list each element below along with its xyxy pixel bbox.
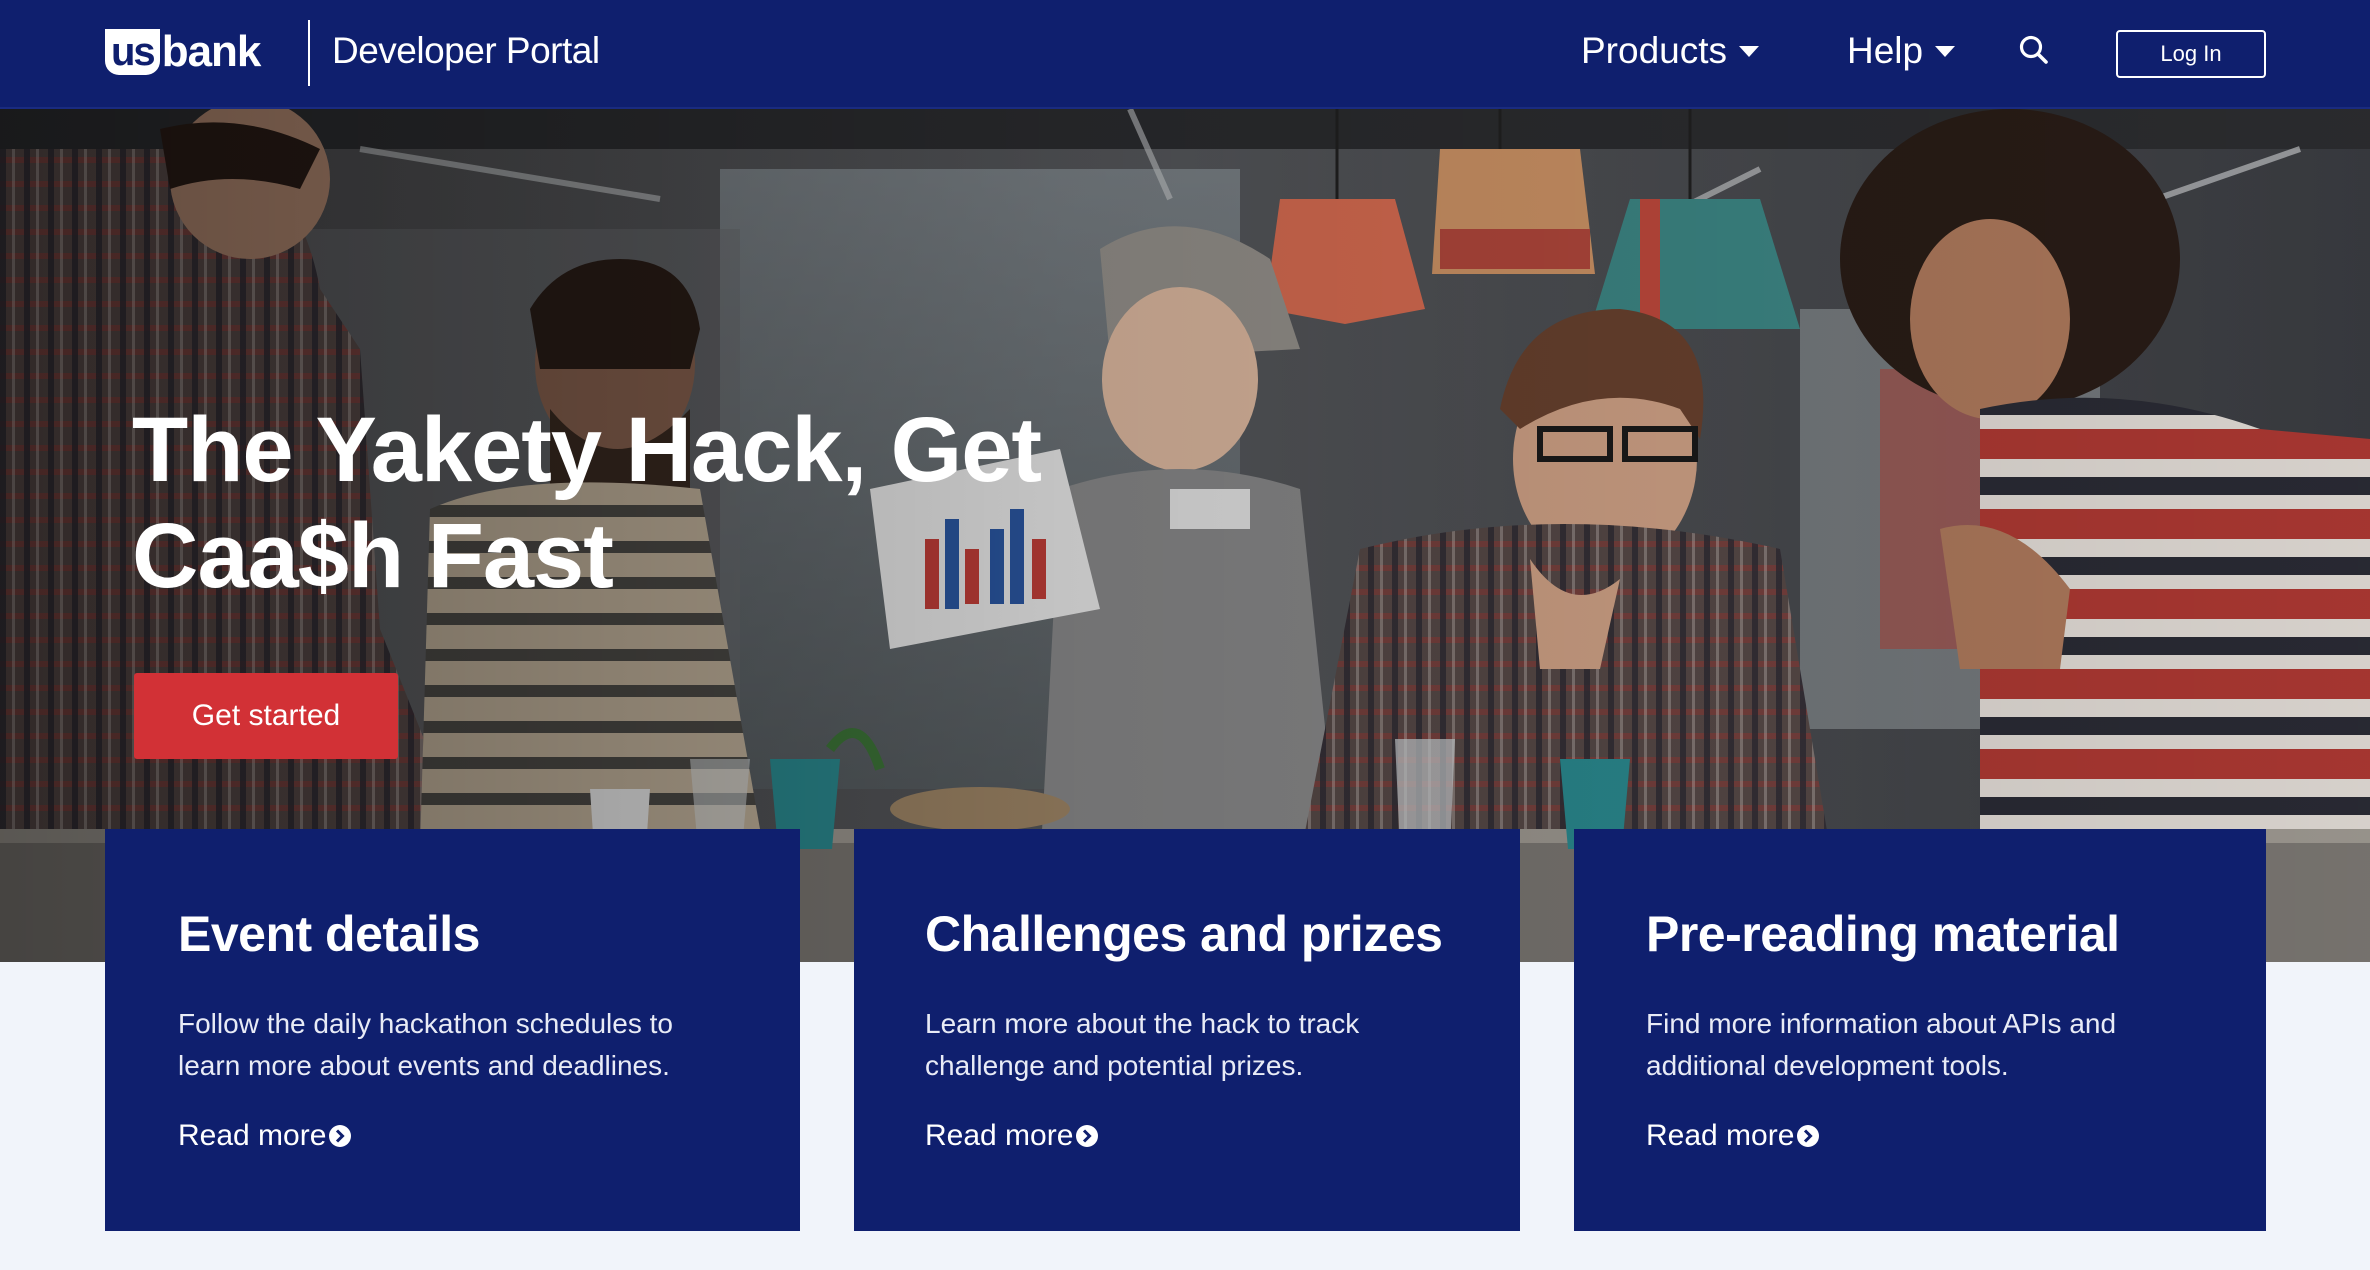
chevron-circle-right-icon	[1796, 1124, 1820, 1148]
read-more-label: Read more	[925, 1119, 1074, 1152]
logo-us-mark: us	[105, 29, 160, 75]
usbank-logo[interactable]: us bank	[105, 26, 262, 78]
chevron-circle-right-icon	[1075, 1124, 1099, 1148]
read-more-link[interactable]: Read more	[1646, 1119, 1820, 1153]
login-button[interactable]: Log In	[2116, 30, 2266, 78]
read-more-label: Read more	[178, 1119, 327, 1152]
logo-bank-wordmark: bank	[161, 27, 262, 76]
search-icon[interactable]	[2018, 34, 2050, 66]
hero-title: The Yakety Hack, Get Caa$h Fast	[132, 399, 1042, 607]
caret-down-icon	[1935, 45, 1956, 57]
card-pre-reading-material: Pre-reading material Find more informati…	[1574, 829, 2266, 1231]
card-title: Challenges and prizes	[925, 906, 1443, 962]
chevron-circle-right-icon	[328, 1124, 352, 1148]
read-more-label: Read more	[1646, 1119, 1795, 1152]
card-title: Event details	[178, 906, 480, 962]
top-navigation: us bank Developer Portal Products Help L…	[0, 0, 2370, 109]
card-description: Follow the daily hackathon schedules to …	[178, 1008, 673, 1081]
get-started-button[interactable]: Get started	[134, 673, 398, 759]
read-more-link[interactable]: Read more	[178, 1119, 352, 1153]
logo-divider	[308, 20, 310, 86]
nav-help-dropdown[interactable]: Help	[1847, 30, 1956, 72]
nav-products-dropdown[interactable]: Products	[1581, 30, 1760, 72]
read-more-link[interactable]: Read more	[925, 1119, 1099, 1153]
nav-help-label: Help	[1847, 30, 1924, 71]
card-description: Find more information about APIs and add…	[1646, 1008, 2117, 1081]
portal-name: Developer Portal	[332, 30, 600, 71]
card-challenges-and-prizes: Challenges and prizes Learn more about t…	[854, 829, 1520, 1231]
card-event-details: Event details Follow the daily hackathon…	[105, 829, 800, 1231]
card-title: Pre-reading material	[1646, 906, 2120, 962]
nav-products-label: Products	[1581, 30, 1728, 71]
card-description: Learn more about the hack to track chall…	[925, 1008, 1360, 1081]
caret-down-icon	[1739, 45, 1760, 57]
